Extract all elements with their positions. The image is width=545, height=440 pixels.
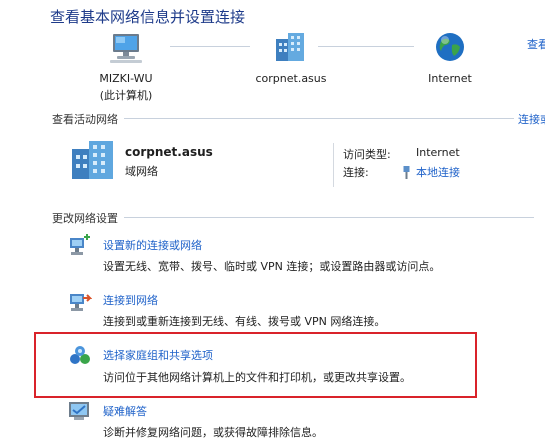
map-link-line xyxy=(318,46,414,47)
option-troubleshoot-link[interactable]: 疑难解答 xyxy=(103,403,147,419)
map-node-computer-sublabel: (此计算机) xyxy=(99,89,153,102)
change-settings-label: 更改网络设置 xyxy=(52,212,118,225)
section-divider xyxy=(124,118,514,119)
view-full-map-link[interactable]: 查看 xyxy=(527,36,545,52)
active-networks-label: 查看活动网络 xyxy=(52,113,118,126)
homegroup-icon xyxy=(68,345,92,371)
map-node-internet-label: Internet xyxy=(428,72,472,85)
option-connect-network-desc: 连接到或重新连接到无线、有线、拨号或 VPN 网络连接。 xyxy=(103,315,386,328)
domain-network-icon xyxy=(68,137,116,185)
access-type-value: Internet xyxy=(416,146,460,159)
option-homegroup-link[interactable]: 选择家庭组和共享选项 xyxy=(103,347,213,363)
option-connect-network-link[interactable]: 连接到网络 xyxy=(103,292,158,308)
option-new-connection-desc: 设置无线、宽带、拨号、临时或 VPN 连接；或设置路由器或访问点。 xyxy=(103,260,441,273)
vertical-divider xyxy=(333,143,334,187)
active-network-type: 域网络 xyxy=(125,165,158,178)
page-title: 查看基本网络信息并设置连接 xyxy=(50,8,246,26)
highlight-box xyxy=(34,332,477,398)
connection-label: 连接: xyxy=(343,166,369,179)
section-divider xyxy=(124,217,534,218)
option-troubleshoot-desc: 诊断并修复网络问题，或获得故障排除信息。 xyxy=(103,426,323,439)
map-node-domain-label: corpnet.asus xyxy=(255,72,327,85)
building-icon xyxy=(273,30,307,66)
map-link-line xyxy=(170,46,250,47)
map-node-computer-label: MIZKI-WU xyxy=(99,72,153,85)
access-type-label: 访问类型: xyxy=(343,148,391,161)
option-new-connection-link[interactable]: 设置新的连接或网络 xyxy=(103,237,202,253)
globe-icon xyxy=(434,31,466,67)
ethernet-icon xyxy=(402,164,411,183)
option-homegroup-desc: 访问位于其他网络计算机上的文件和打印机，或更改共享设置。 xyxy=(103,371,411,384)
computer-icon xyxy=(108,32,144,68)
local-connection-link[interactable]: 本地连接 xyxy=(416,164,460,180)
troubleshoot-icon xyxy=(68,400,92,426)
active-network-name: corpnet.asus xyxy=(125,145,213,159)
connect-disconnect-link[interactable]: 连接或 xyxy=(518,111,545,127)
connect-network-icon xyxy=(68,290,93,318)
new-connection-icon xyxy=(68,234,92,262)
